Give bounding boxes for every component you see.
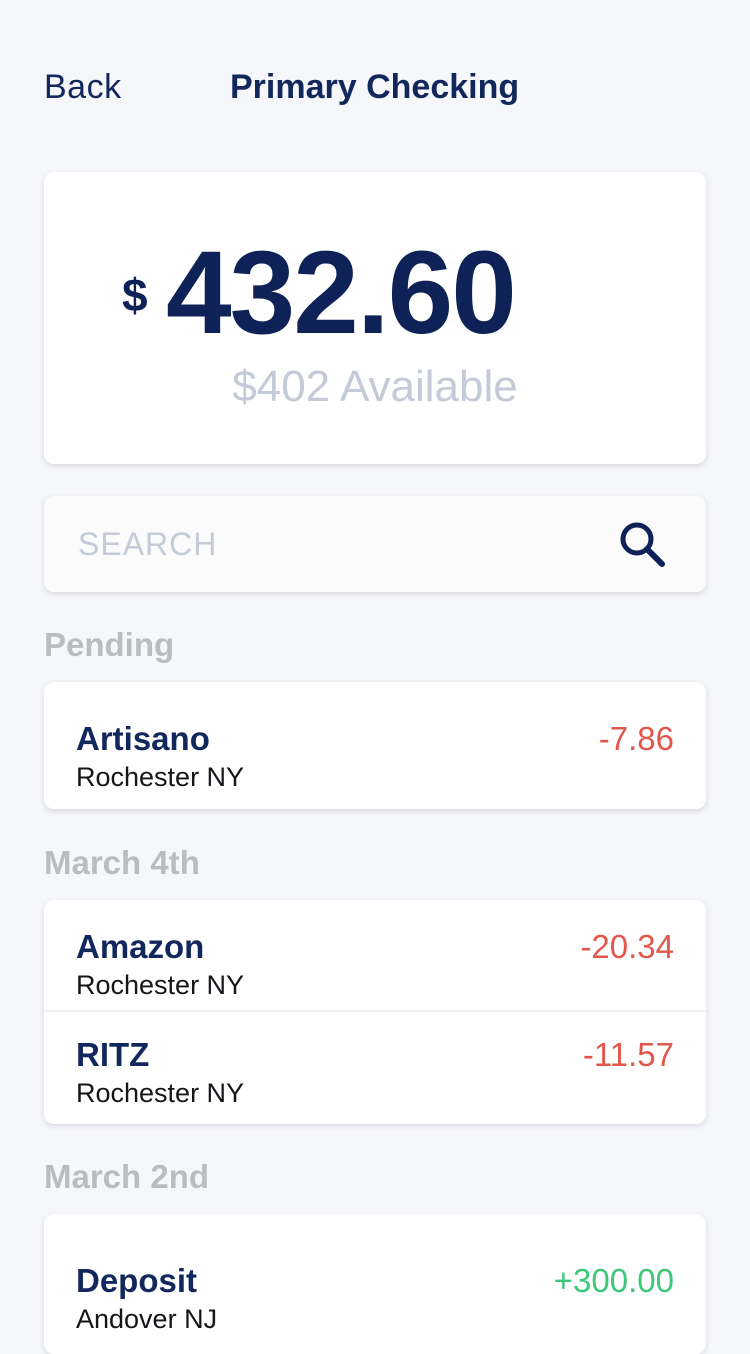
- transaction-row[interactable]: Artisano Rochester NY -7.86: [44, 692, 706, 800]
- transaction-location: Andover NJ: [76, 1304, 218, 1334]
- search-icon[interactable]: [616, 518, 668, 570]
- transaction-row[interactable]: Deposit Andover NJ +300.00: [44, 1234, 706, 1342]
- transaction-name: Deposit: [76, 1262, 198, 1299]
- transaction-name: RITZ: [76, 1036, 150, 1073]
- transaction-name: Amazon: [76, 928, 205, 965]
- transaction-group-pending: Artisano Rochester NY -7.86: [44, 682, 706, 809]
- transaction-amount: -11.57: [582, 1036, 674, 1073]
- search-input[interactable]: [76, 518, 600, 570]
- section-label-march-2nd: March 2nd: [44, 1158, 210, 1195]
- search-bar: [44, 496, 706, 592]
- transaction-name: Artisano: [76, 720, 210, 757]
- transaction-amount: -7.86: [598, 720, 674, 757]
- balance-amount: 432.60: [166, 227, 517, 359]
- transaction-row[interactable]: Amazon Rochester NY -20.34: [44, 900, 706, 1008]
- transaction-group-march-2nd: Deposit Andover NJ +300.00: [44, 1214, 706, 1354]
- available-balance: $402 Available: [232, 362, 518, 411]
- section-label-march-4th: March 4th: [44, 844, 200, 881]
- section-label-pending: Pending: [44, 626, 175, 663]
- transaction-row[interactable]: RITZ Rochester NY -11.57: [44, 1008, 706, 1116]
- currency-symbol: $: [122, 269, 148, 321]
- nav-bar: Back Primary Checking: [0, 0, 750, 176]
- back-button[interactable]: Back: [44, 68, 122, 107]
- transaction-amount: -20.34: [580, 928, 674, 965]
- transaction-location: Rochester NY: [76, 1078, 245, 1108]
- transaction-location: Rochester NY: [76, 762, 245, 792]
- page-title: Primary Checking: [230, 68, 520, 106]
- transaction-location: Rochester NY: [76, 970, 245, 1000]
- transaction-amount: +300.00: [553, 1262, 674, 1299]
- transaction-group-march-4th: Amazon Rochester NY -20.34 RITZ Rocheste…: [44, 900, 706, 1124]
